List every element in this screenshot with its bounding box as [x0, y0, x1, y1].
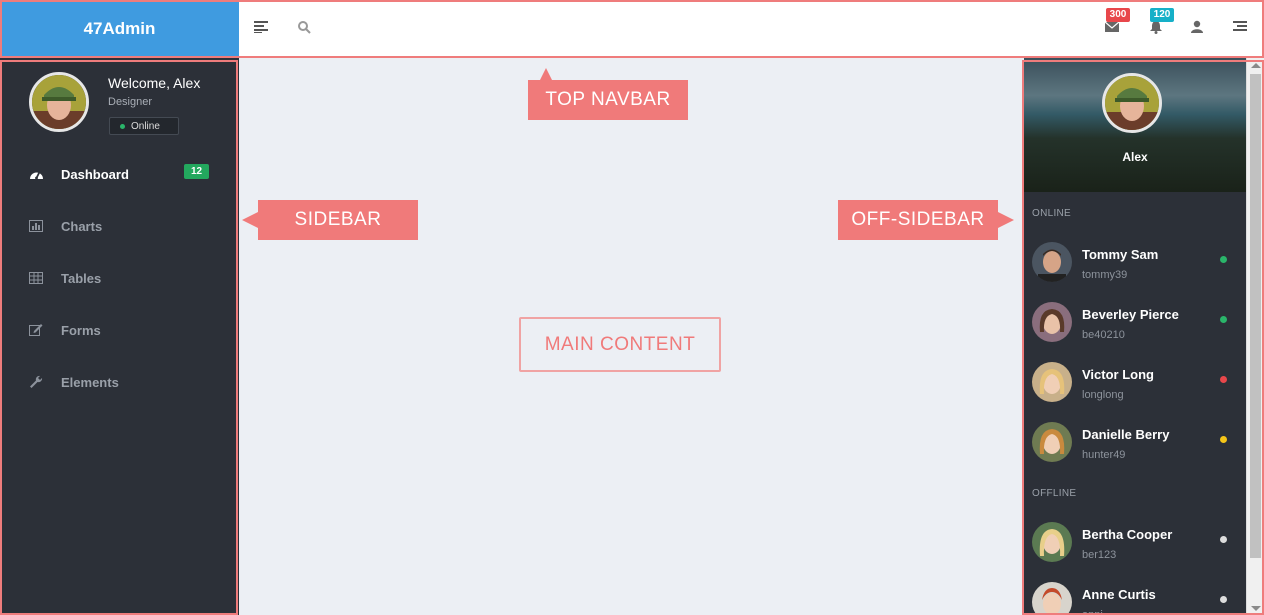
contact-item[interactable]: Bertha Cooper ber123 [1024, 522, 1246, 582]
off-sidebar-header: Alex [1024, 58, 1246, 192]
bell-icon[interactable]: 120 [1149, 8, 1174, 36]
bar-chart-icon [29, 219, 44, 234]
status-dot-icon [1220, 316, 1227, 323]
brand-title: 47Admin [83, 18, 156, 38]
contact-name: Danielle Berry [1082, 427, 1170, 442]
status-dot-icon [1220, 596, 1227, 603]
sidebar-item-label: Forms [61, 322, 101, 338]
contact-username: be40210 [1082, 329, 1125, 341]
top-navbar: 300 120 [239, 0, 1264, 57]
contact-avatar [1032, 242, 1072, 282]
contact-item[interactable]: Danielle Berry hunter49 [1024, 422, 1246, 482]
contact-username: ber123 [1082, 549, 1117, 561]
user-role: Designer [108, 96, 153, 108]
contact-name: Bertha Cooper [1082, 527, 1173, 542]
online-status-pill[interactable]: Online [109, 117, 179, 135]
scroll-up-arrow-icon[interactable] [1251, 63, 1261, 68]
top-navbar-callout: TOP NAVBAR [528, 68, 688, 120]
envelope-icon[interactable]: 300 [1104, 8, 1130, 36]
menu-lines-icon[interactable] [254, 20, 270, 36]
contact-avatar [1032, 302, 1072, 342]
sidebar-item-charts[interactable]: Charts [0, 206, 239, 246]
callout-label: SIDEBAR [294, 209, 382, 230]
list-menu-icon[interactable] [1233, 20, 1249, 36]
mail-count-badge: 300 [1106, 8, 1130, 22]
contact-avatar [1032, 582, 1072, 615]
off-sidebar-scrollbar[interactable] [1246, 58, 1264, 615]
scrollbar-thumb[interactable] [1250, 74, 1261, 558]
contact-avatar [1032, 422, 1072, 462]
contact-username: hunter49 [1082, 449, 1126, 461]
contact-name: Tommy Sam [1082, 247, 1159, 262]
sidebar-item-elements[interactable]: Elements [0, 362, 239, 402]
sidebar-item-forms[interactable]: Forms [0, 310, 239, 350]
edit-form-icon [29, 323, 44, 338]
contact-username: tommy39 [1082, 269, 1128, 281]
search-icon[interactable] [297, 20, 313, 36]
status-dot-icon [1220, 436, 1227, 443]
status-dot-icon [1220, 256, 1227, 263]
brand-logo[interactable]: 47Admin [0, 0, 239, 57]
contact-item[interactable]: Beverley Pierce be40210 [1024, 302, 1246, 362]
callout-label: OFF-SIDEBAR [851, 209, 985, 230]
online-status-label: Online [131, 120, 160, 132]
sidebar-callout: SIDEBAR [242, 200, 418, 240]
sidebar-item-tables[interactable]: Tables [0, 258, 239, 298]
sidebar-item-label: Tables [61, 270, 102, 286]
dashboard-gauge-icon [29, 167, 44, 182]
contact-username: longlong [1082, 389, 1124, 401]
contact-name: Beverley Pierce [1082, 307, 1179, 322]
callout-label: MAIN CONTENT [544, 333, 696, 355]
callout-label: TOP NAVBAR [545, 89, 671, 110]
sidebar-item-label: Dashboard [61, 166, 129, 182]
contact-item[interactable]: Victor Long longlong [1024, 362, 1246, 422]
sidebar: Welcome, Alex Designer Online Dashboard … [0, 58, 239, 615]
online-section-label: ONLINE [1032, 208, 1072, 219]
main-content-label: MAIN CONTENT [519, 317, 721, 372]
off-sidebar-avatar[interactable] [1102, 73, 1162, 133]
contact-name: Anne Curtis [1082, 587, 1156, 602]
off-sidebar: Alex ONLINE Tommy Sam tommy39 Beverley P… [1024, 58, 1246, 615]
contact-item[interactable]: Tommy Sam tommy39 [1024, 242, 1246, 302]
user-icon[interactable] [1191, 20, 1207, 36]
contact-item[interactable]: Anne Curtis anni [1024, 582, 1246, 615]
contact-username: anni [1082, 609, 1103, 615]
sidebar-item-label: Charts [61, 218, 103, 234]
notification-count-badge: 120 [1150, 8, 1174, 22]
contact-name: Victor Long [1082, 367, 1154, 382]
online-dot-icon [120, 123, 125, 129]
status-dot-icon [1220, 536, 1227, 543]
off-sidebar-callout: OFF-SIDEBAR [838, 200, 1014, 240]
off-sidebar-username: Alex [1122, 150, 1148, 164]
contact-avatar [1032, 522, 1072, 562]
profile-avatar[interactable] [29, 72, 89, 132]
offline-section-label: OFFLINE [1032, 488, 1077, 499]
scroll-down-arrow-icon[interactable] [1251, 606, 1261, 611]
status-dot-icon [1220, 376, 1227, 383]
wrench-icon [29, 375, 44, 390]
welcome-text: Welcome, Alex [108, 75, 201, 91]
sidebar-item-label: Elements [61, 374, 119, 390]
contact-avatar [1032, 362, 1072, 402]
dashboard-count-badge: 12 [184, 164, 209, 179]
table-grid-icon [29, 271, 44, 286]
